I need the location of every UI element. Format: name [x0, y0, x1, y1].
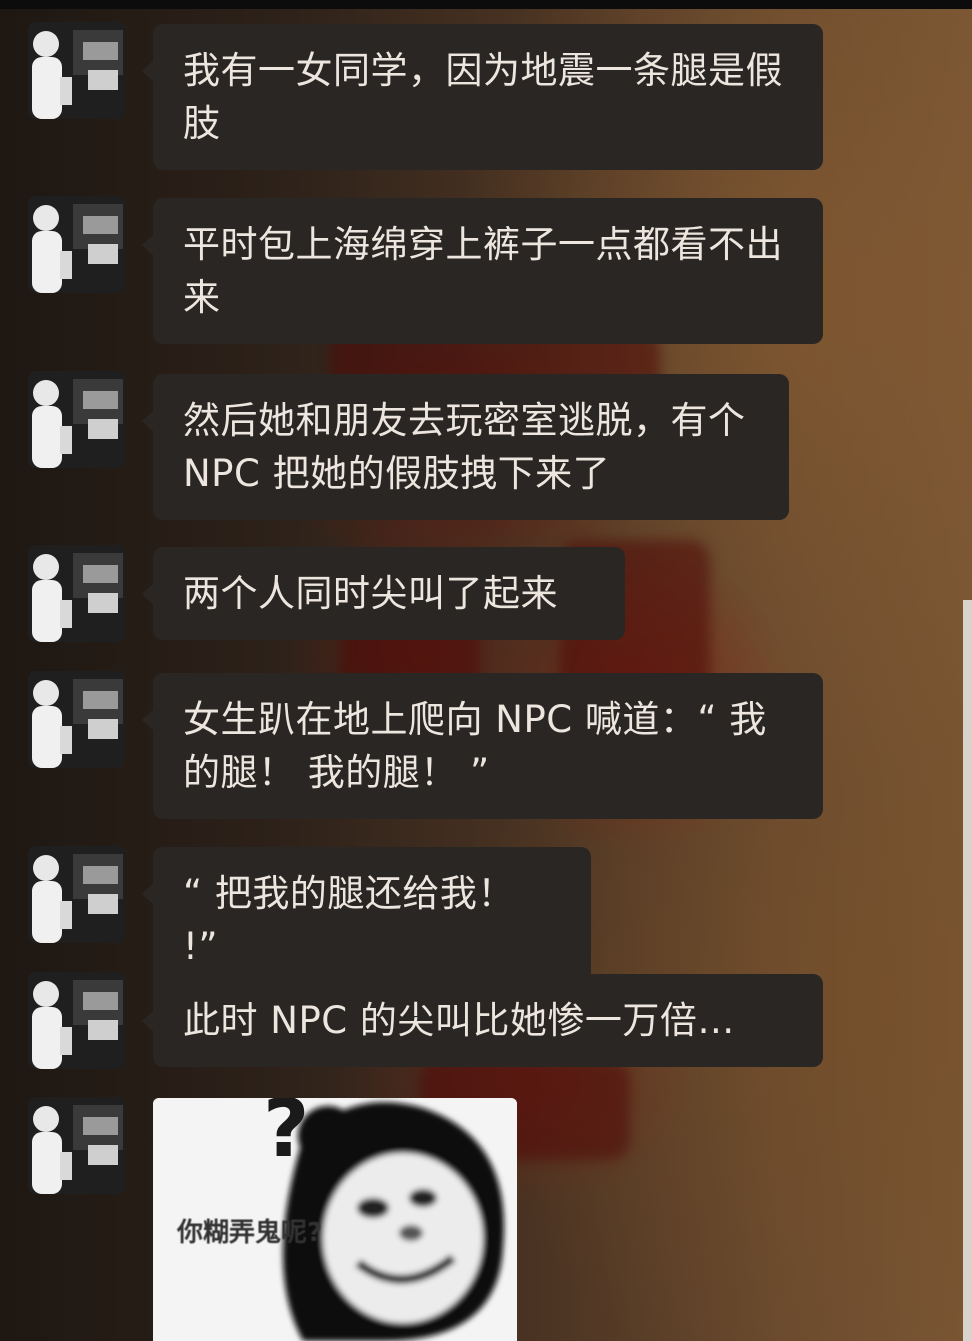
scrollbar[interactable] [963, 600, 972, 1341]
avatar[interactable] [28, 196, 125, 293]
message-text: 两个人同时尖叫了起来 [183, 572, 558, 615]
avatar[interactable] [28, 671, 125, 768]
avatar[interactable] [28, 972, 125, 1069]
status-bar [0, 0, 972, 9]
avatar[interactable] [28, 371, 125, 468]
message-bubble[interactable]: 女生趴在地上爬向 NPC 喊道：“ 我的腿！ 我的腿！ ” [142, 673, 823, 819]
message-text: 此时 NPC 的尖叫比她惨一万倍… [183, 999, 735, 1042]
message-bubble[interactable]: 然后她和朋友去玩密室逃脱，有个 NPC 把她的假肢拽下来了 [142, 374, 789, 520]
message-bubble[interactable]: 两个人同时尖叫了起来 [142, 547, 625, 640]
message-bubble[interactable]: 此时 NPC 的尖叫比她惨一万倍… [142, 974, 823, 1067]
avatar[interactable] [28, 846, 125, 943]
message-text: 平时包上海绵穿上裤子一点都看不出来 [183, 223, 783, 319]
avatar[interactable] [28, 1097, 125, 1194]
question-mark-icon: ? [263, 1098, 309, 1175]
avatar[interactable] [28, 545, 125, 642]
message-bubble[interactable]: 平时包上海绵穿上裤子一点都看不出来 [142, 198, 823, 344]
message-text: 女生趴在地上爬向 NPC 喊道：“ 我的腿！ 我的腿！ ” [183, 698, 767, 794]
message-bubble[interactable]: 我有一女同学，因为地震一条腿是假肢 [142, 24, 823, 170]
meme-image[interactable]: ? 你糊弄鬼呢? [153, 1098, 517, 1341]
message-text: 然后她和朋友去玩密室逃脱，有个 NPC 把她的假肢拽下来了 [183, 399, 746, 495]
message-text: “ 把我的腿还给我！ !” [183, 872, 515, 968]
avatar[interactable] [28, 22, 125, 119]
message-bubble[interactable]: “ 把我的腿还给我！ !” [142, 847, 591, 993]
meme-caption: 你糊弄鬼呢? [177, 1218, 323, 1248]
message-text: 我有一女同学，因为地震一条腿是假肢 [183, 49, 783, 145]
